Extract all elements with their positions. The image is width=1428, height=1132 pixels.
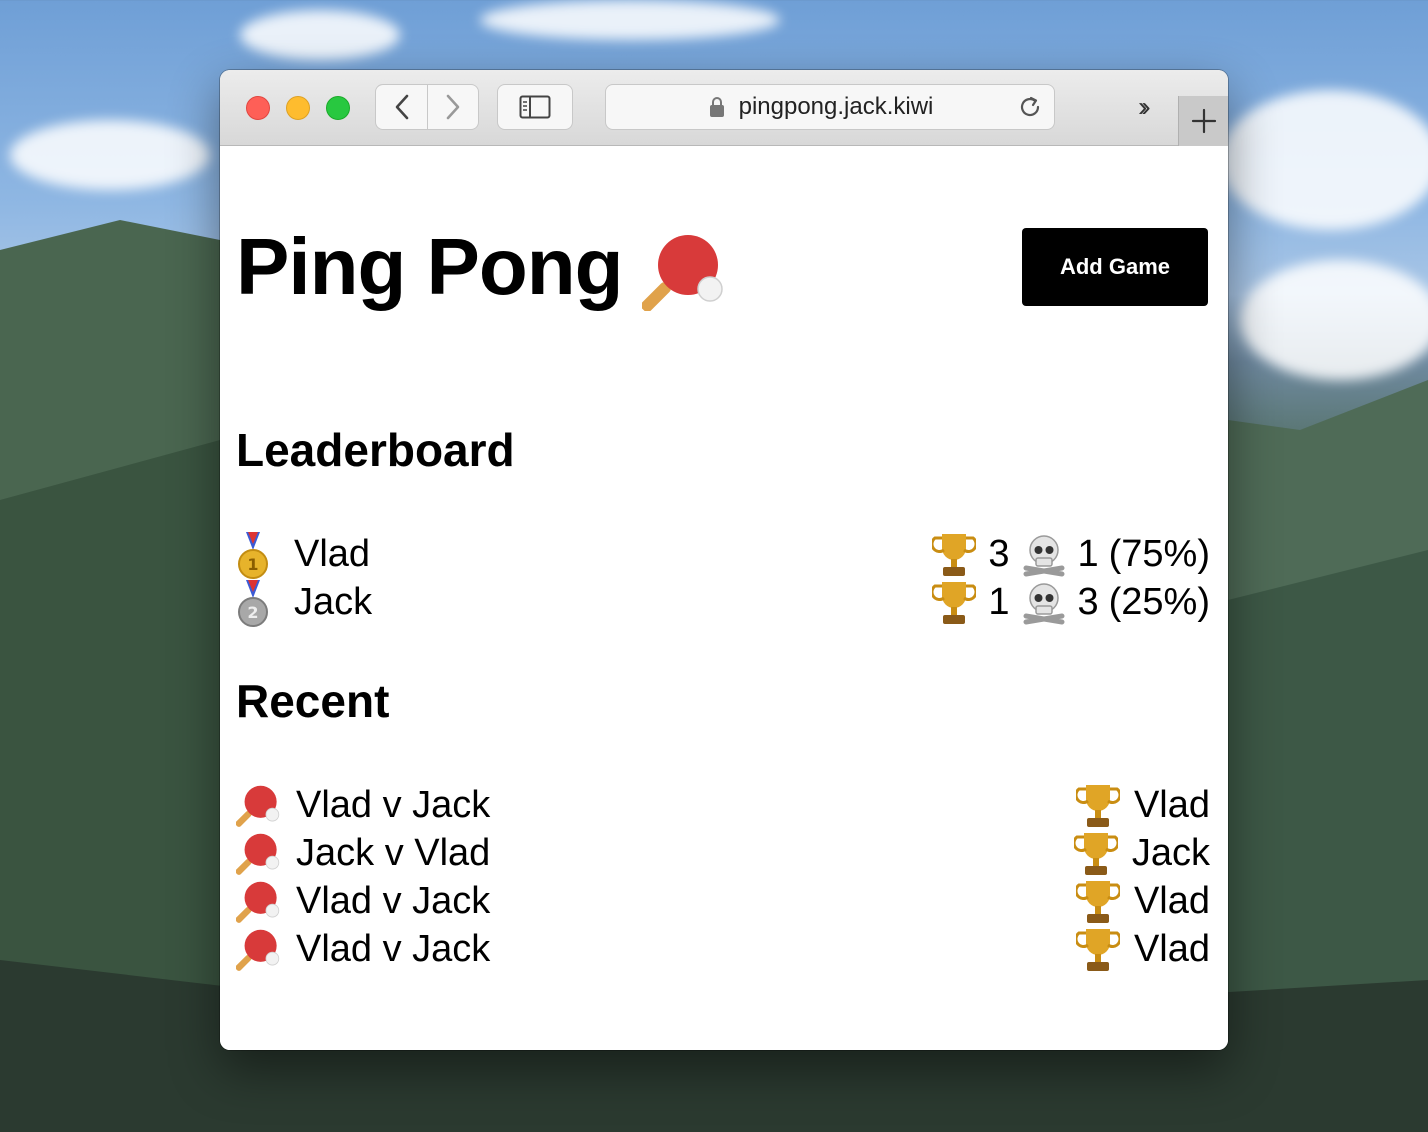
add-game-button[interactable]: Add Game: [1022, 228, 1208, 306]
page-title: Ping Pong: [236, 222, 624, 311]
wins-count: 1: [988, 581, 1010, 623]
match-players: Jack v Vlad: [296, 832, 491, 874]
player-name: Jack: [294, 581, 373, 623]
new-tab-button[interactable]: [1178, 96, 1228, 146]
chevron-left-icon: [395, 94, 408, 120]
trophy-icon: [1074, 927, 1122, 971]
match-players: Vlad v Jack: [296, 928, 491, 970]
ping-pong-paddle-icon: [642, 235, 723, 311]
ping-pong-icon: [235, 879, 282, 923]
maximize-window-button[interactable]: [326, 96, 350, 120]
trophy-icon: [930, 532, 978, 576]
match-winner: Vlad: [1133, 784, 1210, 826]
match-winner: Vlad: [1133, 880, 1210, 922]
svg-text:2: 2: [247, 603, 258, 622]
recent-game-row: Jack v Vlad Jack: [235, 829, 1210, 877]
plus-icon: [1191, 108, 1216, 134]
back-button[interactable]: [376, 85, 428, 129]
close-window-button[interactable]: [246, 96, 270, 120]
player-name: Vlad: [294, 533, 371, 575]
skull-crossbones-icon: [1021, 580, 1067, 625]
recent-game-row: Vlad v Jack Vlad: [235, 877, 1210, 925]
page-content: Ping Pong Add Game Leaderboard 1 Vlad 3: [220, 147, 1228, 1050]
trophy-icon: [1074, 783, 1122, 827]
match-winner: Jack: [1131, 832, 1210, 874]
sidebar-icon: [519, 95, 551, 119]
browser-toolbar: pingpong.jack.kiwi ››: [220, 70, 1228, 146]
ping-pong-icon: [235, 831, 282, 875]
skull-crossbones-icon: [1021, 532, 1067, 577]
url-text: pingpong.jack.kiwi: [738, 93, 934, 120]
leaderboard-row: 2 Jack 1 3 (25%): [236, 578, 1210, 627]
match-players: Vlad v Jack: [296, 784, 491, 826]
recent-game-row: Vlad v Jack Vlad: [235, 781, 1210, 829]
trophy-icon: [930, 580, 978, 624]
reload-icon[interactable]: [1016, 93, 1044, 121]
sidebar-toggle-button[interactable]: [497, 84, 573, 130]
trophy-icon: [1072, 831, 1120, 875]
navigation-buttons: [375, 84, 479, 130]
wins-count: 3: [988, 533, 1010, 575]
recent-game-row: Vlad v Jack Vlad: [235, 925, 1210, 973]
address-bar[interactable]: pingpong.jack.kiwi: [605, 84, 1055, 130]
match-winner: Vlad: [1133, 928, 1210, 970]
leaderboard-row: 1 Vlad 3 1 (75%): [236, 530, 1210, 579]
losses-count: 1: [1077, 533, 1099, 575]
silver-medal-icon: 2: [236, 580, 270, 627]
chevron-right-icon: [446, 94, 459, 120]
ping-pong-icon: [235, 927, 282, 971]
minimize-window-button[interactable]: [286, 96, 310, 120]
browser-window: pingpong.jack.kiwi ›› Ping Pong Add Game…: [220, 70, 1228, 1050]
recent-heading: Recent: [236, 675, 390, 727]
forward-button[interactable]: [427, 85, 478, 129]
leaderboard-heading: Leaderboard: [236, 424, 515, 476]
trophy-icon: [1074, 879, 1122, 923]
win-percentage: (25%): [1108, 581, 1210, 623]
win-percentage: (75%): [1108, 533, 1210, 575]
ping-pong-icon: [235, 783, 282, 827]
gold-medal-icon: 1: [236, 532, 270, 579]
svg-text:1: 1: [247, 555, 258, 574]
match-players: Vlad v Jack: [296, 880, 491, 922]
more-items-icon[interactable]: ››: [1138, 92, 1150, 122]
losses-count: 3: [1077, 581, 1099, 623]
